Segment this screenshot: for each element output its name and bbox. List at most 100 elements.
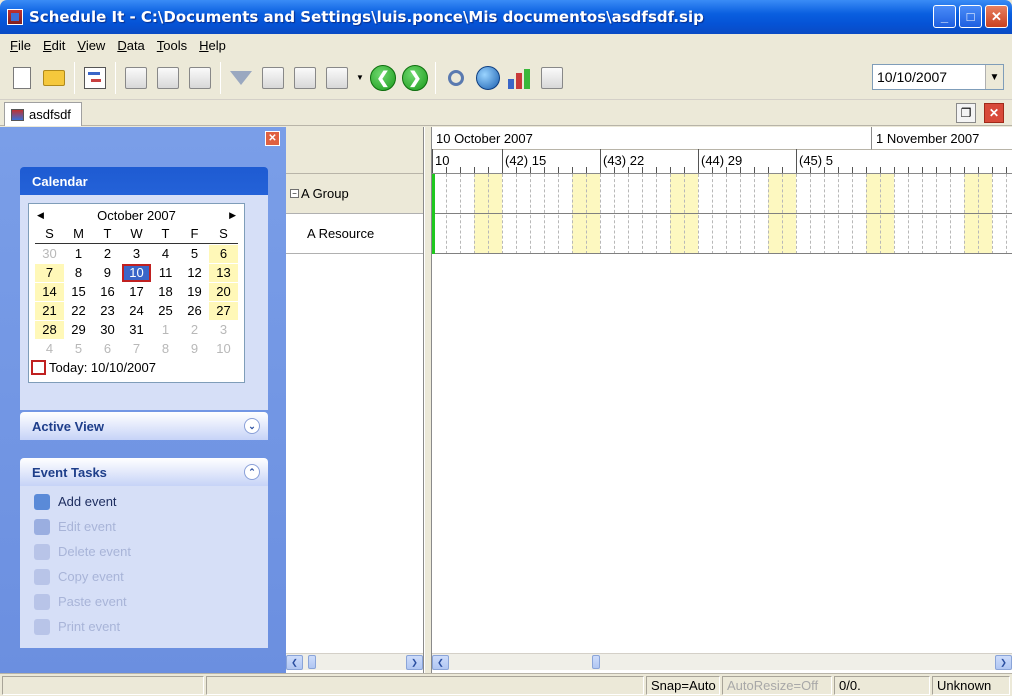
web-button[interactable] [472,61,504,95]
expand-icon[interactable]: ⌄ [244,418,260,434]
next-month-icon[interactable]: ▶ [229,210,236,221]
calendar-day[interactable]: 26 [180,302,209,320]
edit-event-tool-button[interactable] [152,61,184,95]
zoom-button[interactable] [440,61,472,95]
calendar-day[interactable]: 21 [35,301,64,320]
calendar-day[interactable]: 16 [93,283,122,301]
calendar-day[interactable]: 10 [121,263,152,282]
group-row[interactable]: − A Group [286,174,423,214]
calendar-day[interactable]: 2 [180,321,209,339]
menu-view[interactable]: View [71,38,111,53]
calendar-day[interactable]: 13 [209,263,238,282]
calendar-day[interactable]: 15 [64,283,93,301]
calendar-day[interactable]: 4 [35,340,64,358]
app-icon[interactable] [7,9,23,25]
back-button[interactable]: ❮ [367,61,399,95]
calendar-day[interactable]: 17 [122,283,151,301]
group-schedule-row[interactable] [432,174,1012,214]
calendar-day[interactable]: 14 [35,282,64,301]
close-task-pane-button[interactable]: ✕ [265,131,280,146]
today-link[interactable]: Today: 10/10/2007 [29,360,244,375]
close-document-button[interactable]: ✕ [984,103,1004,123]
scroll-right-icon[interactable]: ❯ [995,654,1012,670]
calendar-day[interactable]: 4 [151,245,180,263]
calendar-day[interactable]: 10 [209,340,238,358]
chevron-down-icon[interactable]: ▼ [985,65,1003,89]
calendar-day[interactable]: 3 [122,245,151,263]
calendar-day[interactable]: 8 [64,264,93,282]
calendar-day[interactable]: 9 [180,340,209,358]
task-print-event[interactable]: Print event [20,614,268,639]
resource-dropdown-button[interactable]: ▼ [353,61,367,95]
calendar-day[interactable]: 27 [209,301,238,320]
menu-tools[interactable]: Tools [151,38,193,53]
date-combo-value[interactable]: 10/10/2007 [873,69,985,85]
resource-button[interactable] [321,61,353,95]
undo-button[interactable] [184,61,216,95]
move-button[interactable] [257,61,289,95]
calendar-day[interactable]: 22 [64,302,93,320]
calendar-day[interactable]: 11 [151,264,180,282]
calendar-day[interactable]: 7 [122,340,151,358]
calendar-day[interactable]: 30 [93,321,122,339]
active-view-header[interactable]: Active View ⌄ [20,412,268,440]
menu-data[interactable]: Data [111,38,150,53]
calendar-day[interactable]: 8 [151,340,180,358]
calendar-day[interactable]: 29 [64,321,93,339]
prev-month-icon[interactable]: ◀ [37,210,44,221]
resource-scrollbar[interactable]: ❮ ❯ [286,653,423,670]
calendar-day[interactable]: 1 [151,321,180,339]
add-event-tool-button[interactable] [120,61,152,95]
menu-help[interactable]: Help [193,38,232,53]
event-tasks-header[interactable]: Event Tasks ⌃ [20,458,268,486]
collapse-icon[interactable]: ⌃ [244,464,260,480]
minimize-button[interactable]: _ [933,5,956,28]
scroll-left-icon[interactable]: ❮ [286,654,303,670]
calendar-day[interactable]: 12 [180,264,209,282]
calendar-day[interactable]: 5 [64,340,93,358]
menu-file[interactable]: File [4,38,37,53]
open-button[interactable] [38,61,70,95]
new-button[interactable] [6,61,38,95]
timeline-scrollbar[interactable]: ❮ ❯ [432,653,1012,670]
scroll-thumb[interactable] [592,655,600,669]
schedule-view-button[interactable] [79,61,111,95]
task-add-event[interactable]: Add event [20,489,268,514]
task-paste-event[interactable]: Paste event [20,589,268,614]
chart-button[interactable] [504,61,536,95]
calendar-day[interactable]: 3 [209,321,238,339]
task-edit-event[interactable]: Edit event [20,514,268,539]
collapse-group-icon[interactable]: − [290,189,299,198]
calendar-day[interactable]: 31 [122,321,151,339]
calendar-day[interactable]: 2 [93,245,122,263]
calendar-day[interactable]: 5 [180,245,209,263]
pane-splitter[interactable] [424,127,432,673]
calendar-day[interactable]: 28 [35,320,64,339]
report-button[interactable] [536,61,568,95]
restore-document-button[interactable]: ❐ [956,103,976,123]
schedule-grid[interactable] [432,174,1012,254]
date-combo[interactable]: 10/10/2007 ▼ [872,64,1004,90]
calendar-day[interactable]: 9 [93,264,122,282]
forward-button[interactable]: ❯ [399,61,431,95]
calendar-day[interactable]: 30 [35,245,64,263]
find-resource-button[interactable] [289,61,321,95]
close-button[interactable]: ✕ [985,5,1008,28]
scroll-thumb[interactable] [308,655,316,669]
resource-schedule-row[interactable] [432,214,1012,254]
filter-button[interactable] [225,61,257,95]
maximize-button[interactable]: □ [959,5,982,28]
calendar-day[interactable]: 18 [151,283,180,301]
calendar-day[interactable]: 20 [209,282,238,301]
scroll-left-icon[interactable]: ❮ [432,654,449,670]
calendar-day[interactable]: 25 [151,302,180,320]
calendar-day[interactable]: 6 [93,340,122,358]
calendar-day[interactable]: 1 [64,245,93,263]
task-delete-event[interactable]: Delete event [20,539,268,564]
calendar-day[interactable]: 23 [93,302,122,320]
task-copy-event[interactable]: Copy event [20,564,268,589]
calendar-day[interactable]: 24 [122,302,151,320]
calendar-day[interactable]: 7 [35,263,64,282]
menu-edit[interactable]: Edit [37,38,71,53]
calendar-day[interactable]: 6 [209,244,238,263]
